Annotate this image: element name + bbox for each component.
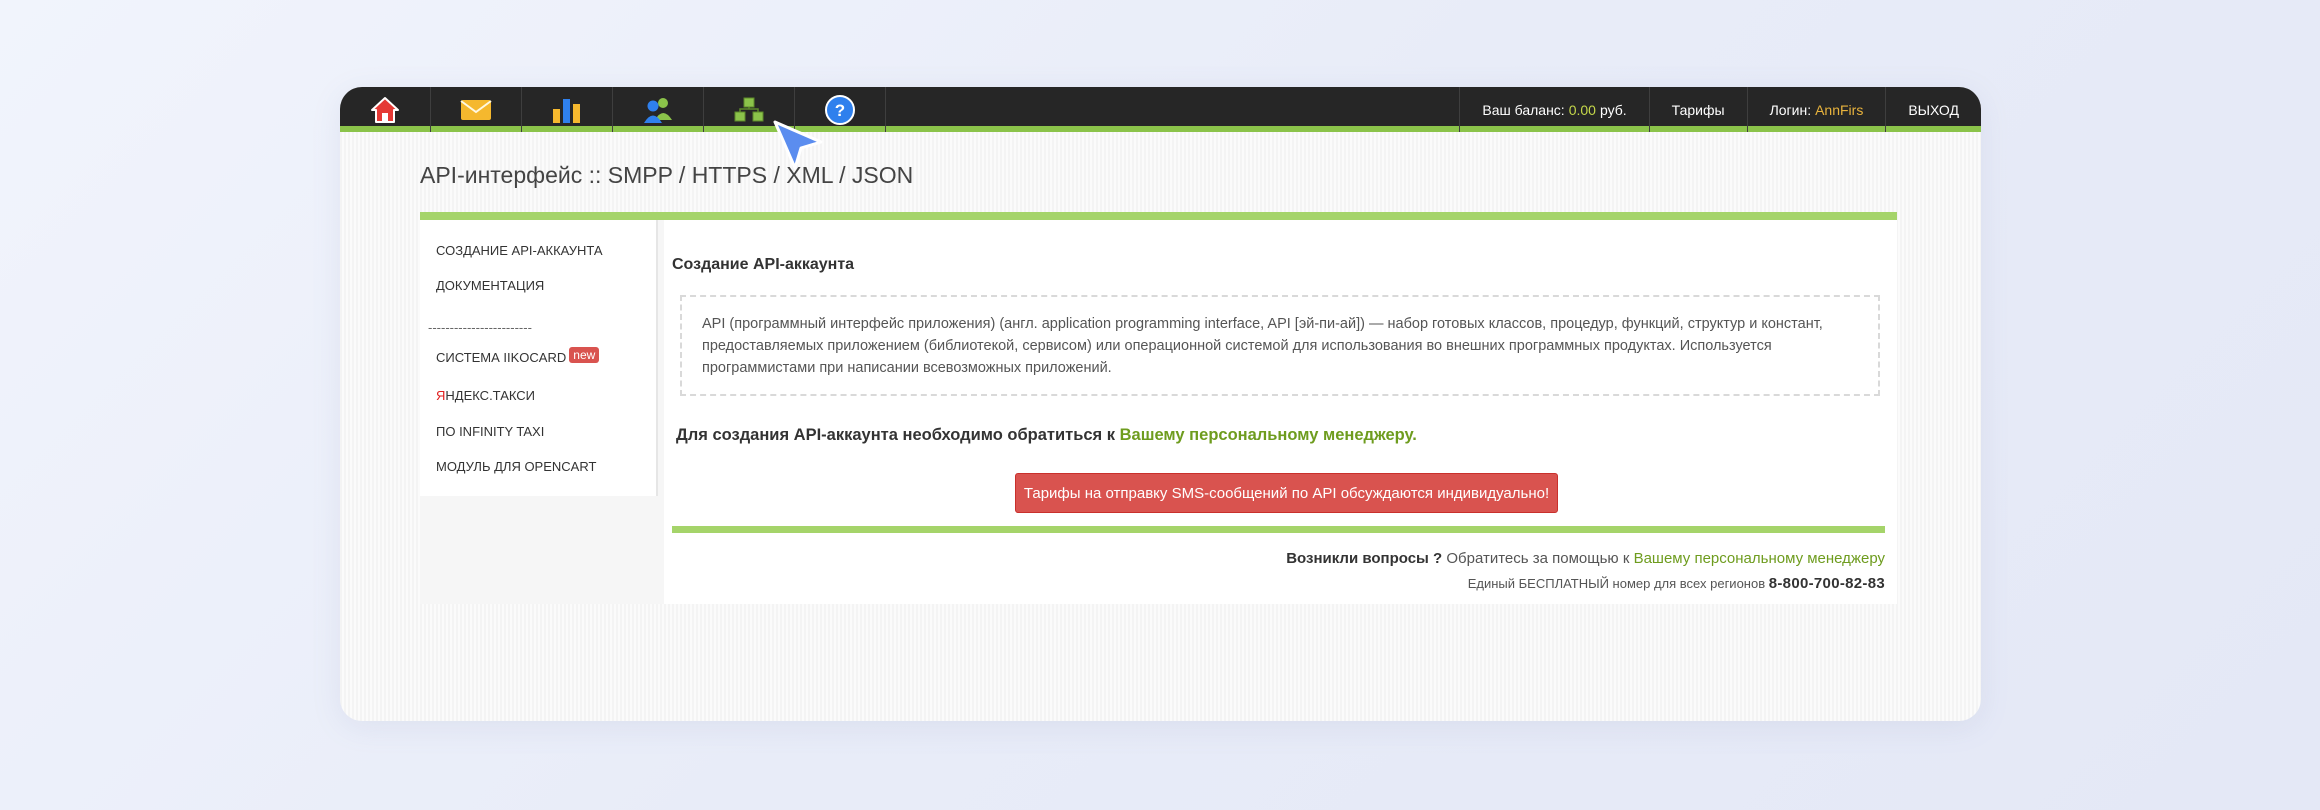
help-questions: Возникли вопросы ? Обратитесь за помощью…: [1286, 550, 1885, 567]
login-info: Логин: AnnFirs: [1746, 87, 1886, 132]
content-frame: Создание API-аккаунта Документация -----…: [420, 212, 1897, 604]
mail-icon: [460, 99, 492, 120]
top-nav-bar: ? Ваш баланс: 0.00 руб. Тарифы Логин: An…: [340, 87, 1981, 132]
personal-manager-link[interactable]: Вашему персональному менеджеру: [1120, 426, 1413, 444]
yandex-logo-letter: Я: [436, 388, 446, 403]
browser-window: ? Ваш баланс: 0.00 руб. Тарифы Логин: An…: [340, 87, 1981, 721]
svg-text:?: ?: [835, 101, 845, 120]
api-definition-box: API (программный интерфейс приложения) (…: [680, 295, 1880, 396]
instruction-lead: Для создания API-аккаунта необходимо обр…: [676, 426, 1116, 444]
divider: [672, 526, 1885, 533]
phone-number: 8-800-700-82-83: [1768, 575, 1885, 592]
home-icon: [371, 96, 399, 123]
help-icon: ?: [825, 94, 855, 125]
nav-contacts[interactable]: [613, 87, 704, 132]
main-panel: Создание API-аккаунта API (программный и…: [664, 220, 1897, 604]
sidebar-separator: ------------------------: [428, 320, 532, 335]
balance-currency: руб.: [1599, 101, 1627, 118]
balance-label: Ваш баланс:: [1482, 101, 1565, 118]
sidebar-menu: Создание API-аккаунта Документация -----…: [420, 220, 658, 496]
nav-statistics[interactable]: [522, 87, 613, 132]
sidebar-item-documentation[interactable]: Документация: [436, 278, 544, 293]
sidebar-item-iikocard[interactable]: Система IIKOCARD new: [436, 347, 600, 365]
sidebar-item-label: ндекс.Такси: [445, 388, 536, 403]
questions-bold: Возникли вопросы ?: [1286, 550, 1443, 567]
hotline-info: Единый БЕСПЛАТНЫЙ номер для всех регионо…: [1468, 575, 1885, 592]
questions-text: Обратитесь за помощью к: [1446, 550, 1630, 567]
nav-home[interactable]: [340, 87, 431, 132]
login-username[interactable]: AnnFirs: [1815, 102, 1863, 118]
instruction-end: .: [1412, 426, 1417, 444]
login-label: Логин:: [1769, 101, 1812, 118]
sidebar-item-label: Система IIKOCARD: [436, 350, 567, 365]
sidebar-item-create-api-account[interactable]: Создание API-аккаунта: [436, 243, 603, 258]
bar-chart-icon: [553, 98, 580, 123]
balance-info: Ваш баланс: 0.00 руб.: [1459, 87, 1648, 132]
sidebar-item-infinity-taxi[interactable]: по INFINITY TAXI: [436, 424, 544, 439]
phone-label: Единый БЕСПЛАТНЫЙ номер для всех регионо…: [1467, 576, 1766, 591]
page-title: API-интерфейс :: SMPP / HTTPS / XML / JS…: [420, 162, 914, 188]
section-heading: Создание API-аккаунта: [672, 256, 855, 273]
instruction-text: Для создания API-аккаунта необходимо обр…: [676, 426, 1417, 445]
sidebar-item-yandex-taxi[interactable]: Яндекс.Такси: [436, 388, 535, 403]
users-icon: [644, 97, 672, 123]
nav-mail[interactable]: [431, 87, 522, 132]
tariffs-link[interactable]: Тарифы: [1648, 87, 1747, 132]
sidebar-item-opencart[interactable]: Модуль для OPENCART: [436, 459, 596, 474]
logout-button[interactable]: ВЫХОД: [1885, 87, 1981, 132]
api-tariffs-button[interactable]: Тарифы на отправку SMS-сообщений по API …: [1015, 473, 1558, 513]
hierarchy-icon: [734, 97, 764, 121]
new-badge: new: [569, 347, 600, 363]
footer-manager-link[interactable]: Вашему персональному менеджеру: [1634, 550, 1885, 567]
balance-value: 0.00: [1568, 101, 1596, 118]
